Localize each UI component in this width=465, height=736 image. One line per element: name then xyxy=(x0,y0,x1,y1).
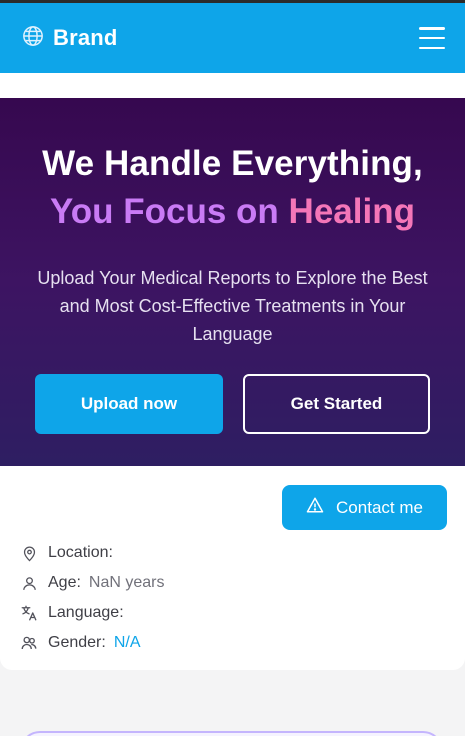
hero-title-highlight: You Focus on Healing xyxy=(0,188,465,236)
brand-name: Brand xyxy=(53,25,118,50)
info-location: Location: xyxy=(20,538,447,568)
contact-me-label: Contact me xyxy=(336,497,423,517)
translate-icon xyxy=(20,604,38,622)
warning-triangle-icon xyxy=(306,496,324,519)
user-icon xyxy=(20,574,38,592)
header-spacer xyxy=(0,73,465,98)
contact-me-button[interactable]: Contact me xyxy=(282,485,447,530)
profile-card: Contact me Location: Age: NaN years Lang… xyxy=(0,466,465,670)
info-gender-label: Gender: xyxy=(48,634,106,651)
hero-section: We Handle Everything, You Focus on Heali… xyxy=(0,98,465,466)
info-gender: Gender: N/A xyxy=(20,628,447,658)
info-gender-value: N/A xyxy=(113,634,141,651)
info-age-label: Age: xyxy=(48,574,81,591)
hero-subtitle: Upload Your Medical Reports to Explore t… xyxy=(37,268,428,344)
hero-title: We Handle Everything, xyxy=(42,144,423,183)
lower-section xyxy=(0,670,465,736)
users-icon xyxy=(20,634,38,652)
info-language: Language: xyxy=(20,598,447,628)
location-pin-icon xyxy=(20,544,38,562)
profile-info-list: Location: Age: NaN years Language: Gende… xyxy=(20,538,447,658)
get-started-button[interactable]: Get Started xyxy=(243,374,430,434)
info-language-label: Language: xyxy=(48,604,124,621)
hero-buttons: Upload now Get Started xyxy=(0,374,465,434)
navbar: Brand xyxy=(0,3,465,73)
hero-highlight-part2: Healing xyxy=(288,192,415,231)
info-age: Age: NaN years xyxy=(20,568,447,598)
hero-highlight-part1: You Focus on xyxy=(50,192,289,231)
brand-link[interactable]: Brand xyxy=(22,25,118,52)
globe-icon xyxy=(22,25,44,52)
upload-dropzone[interactable] xyxy=(20,731,443,736)
hamburger-menu-icon[interactable] xyxy=(419,27,445,49)
info-age-value: NaN years xyxy=(88,574,165,591)
info-location-label: Location: xyxy=(48,544,113,561)
upload-now-button[interactable]: Upload now xyxy=(35,374,223,434)
